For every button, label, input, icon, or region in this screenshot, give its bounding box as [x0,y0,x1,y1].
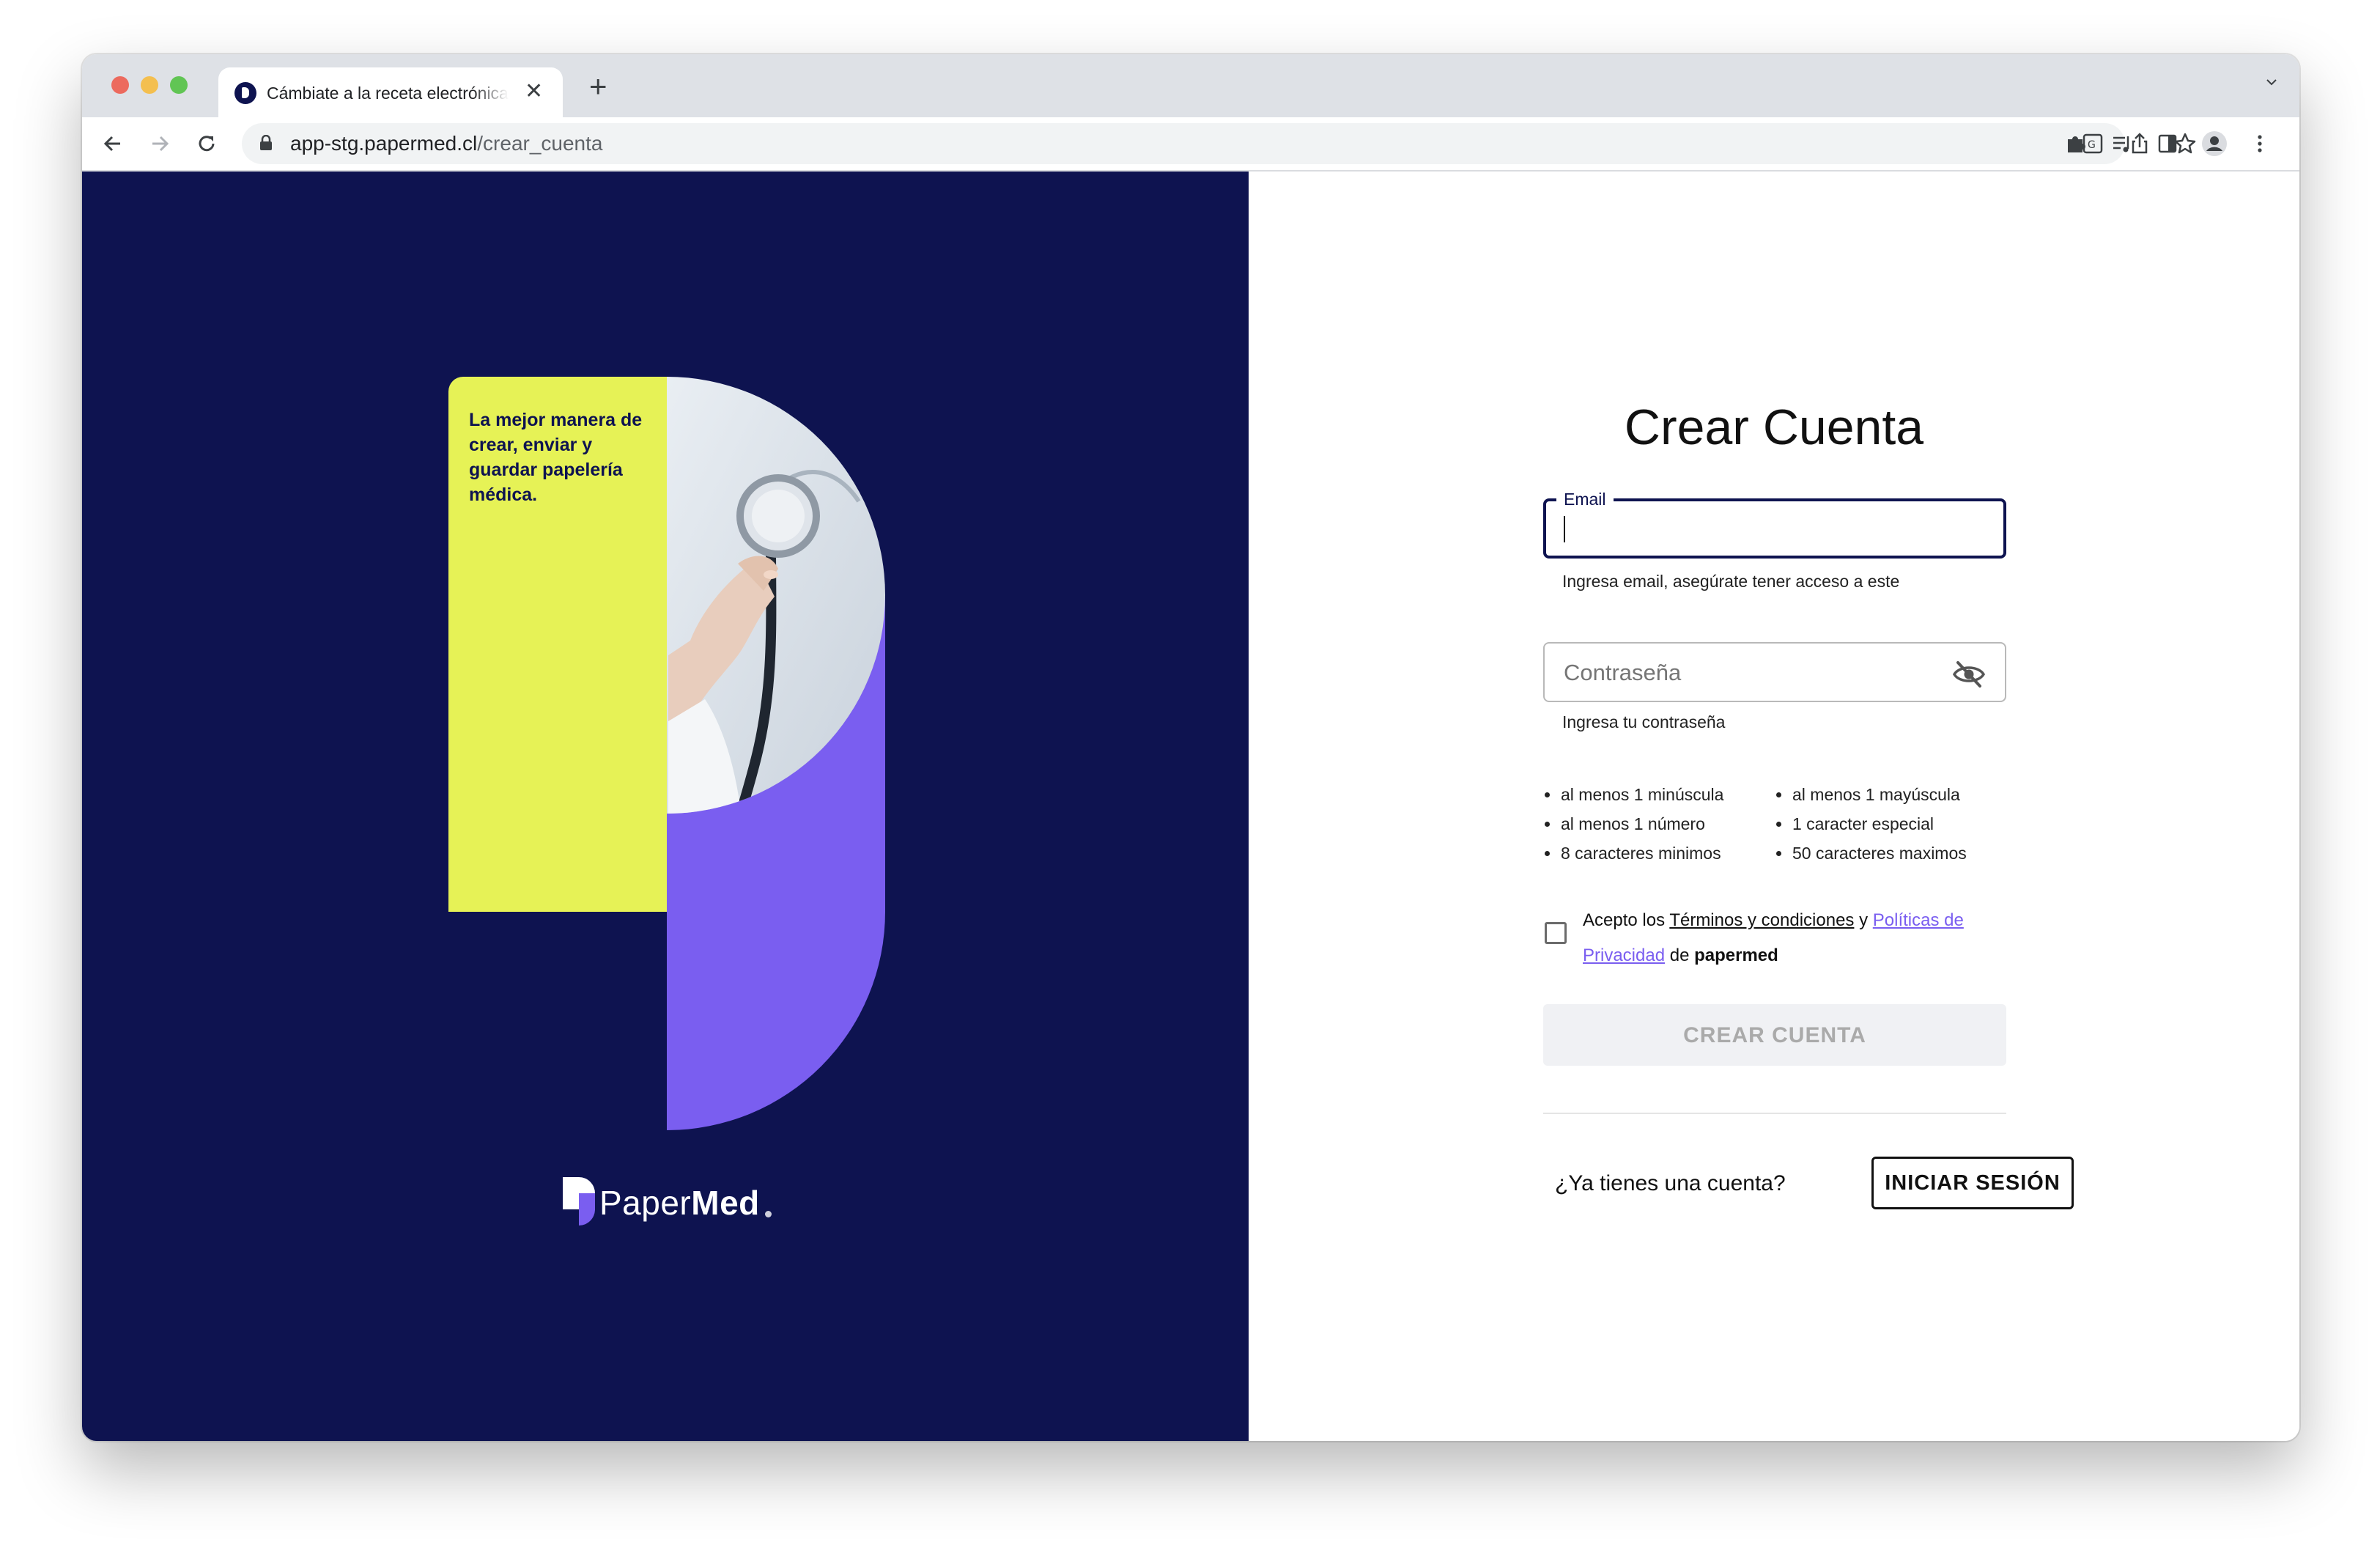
media-control-icon[interactable] [2107,129,2137,158]
page-content: La mejor manera de crear, enviar y guard… [82,172,2299,1441]
profile-avatar-icon[interactable] [2200,129,2229,158]
reload-icon[interactable] [192,129,221,158]
signup-form-panel: Crear Cuenta Email Ingresa email, asegúr… [1249,172,2299,1441]
url-path: /crear_cuenta [477,132,603,155]
hero-panel: La mejor manera de crear, enviar y guard… [82,172,1249,1441]
create-account-button[interactable]: CREAR CUENTA [1543,1004,2006,1066]
logo-registered-mark [765,1211,772,1217]
logo-text-bold: Med [691,1184,760,1222]
logo-wordmark: PaperMed [599,1183,760,1223]
terms-of: de [1665,946,1695,965]
password-field[interactable]: Contraseña [1543,642,2006,702]
forward-arrow-icon[interactable] [145,129,174,158]
password-requirements-right: al menos 1 mayúscula 1 caracter especial… [1775,780,1967,868]
requirement-item: al menos 1 mayúscula [1775,780,1967,809]
browser-toolbar: app-stg.papermed.cl/crear_cuenta G [82,117,2299,172]
browser-window: Cámbiate a la receta electrónica ✕ + app… [82,54,2299,1441]
terms-checkbox[interactable] [1545,922,1567,944]
requirement-item: 8 caracteres minimos [1543,838,1723,868]
password-helper-text: Ingresa tu contraseña [1562,712,1726,731]
password-placeholder: Contraseña [1564,660,1682,685]
terms-link[interactable]: Términos y condiciones [1669,910,1854,930]
text-caret [1564,516,1565,542]
requirement-item: al menos 1 minúscula [1543,780,1723,809]
new-tab-button[interactable]: + [589,70,607,103]
back-arrow-icon[interactable] [98,129,128,158]
maximize-window-button[interactable] [170,76,188,94]
login-button[interactable]: INICIAR SESIÓN [1871,1157,2074,1209]
tab-search-chevron-icon[interactable] [2266,76,2277,88]
papermed-favicon-icon [234,82,256,104]
side-panel-icon[interactable] [2153,129,2182,158]
divider [1543,1113,2006,1114]
lock-icon[interactable] [259,135,273,151]
close-window-button[interactable] [111,76,129,94]
terms-text: Acepto los Términos y condiciones y Polí… [1583,903,1993,973]
requirement-item: 50 caracteres maximos [1775,838,1967,868]
email-field[interactable]: Email [1543,490,2006,559]
tab-close-icon[interactable]: ✕ [525,79,543,104]
email-label: Email [1556,490,1614,509]
address-bar[interactable]: app-stg.papermed.cl/crear_cuenta G [242,123,2196,164]
url-host: app-stg.papermed.cl [290,132,478,155]
logo-text-light: Paper [599,1184,692,1222]
email-helper-text: Ingresa email, asegúrate tener acceso a … [1562,572,1900,591]
page-title: Crear Cuenta [1624,399,1924,455]
more-menu-icon[interactable] [2245,129,2274,158]
hero-tagline: La mejor manera de crear, enviar y guard… [469,410,643,505]
minimize-window-button[interactable] [141,76,158,94]
tab-title: Cámbiate a la receta electrónica [267,84,509,103]
terms-prefix: Acepto los [1583,910,1670,930]
password-requirements-left: al menos 1 minúscula al menos 1 número 8… [1543,780,1723,868]
papermed-logo: PaperMed [563,1177,775,1230]
terms-brand: papermed [1694,946,1778,965]
requirement-item: 1 caracter especial [1775,809,1967,838]
requirement-item: al menos 1 número [1543,809,1723,838]
terms-and: y [1854,910,1873,930]
visibility-off-icon[interactable] [1952,660,1986,689]
url-text: app-stg.papermed.cl/crear_cuenta [290,132,602,155]
extensions-puzzle-icon[interactable] [2061,129,2090,158]
browser-tab[interactable]: Cámbiate a la receta electrónica ✕ [218,67,563,117]
tab-strip: Cámbiate a la receta electrónica ✕ + [82,54,2299,117]
have-account-text: ¿Ya tienes una cuenta? [1555,1171,1786,1195]
papermed-logo-icon [563,1177,595,1226]
